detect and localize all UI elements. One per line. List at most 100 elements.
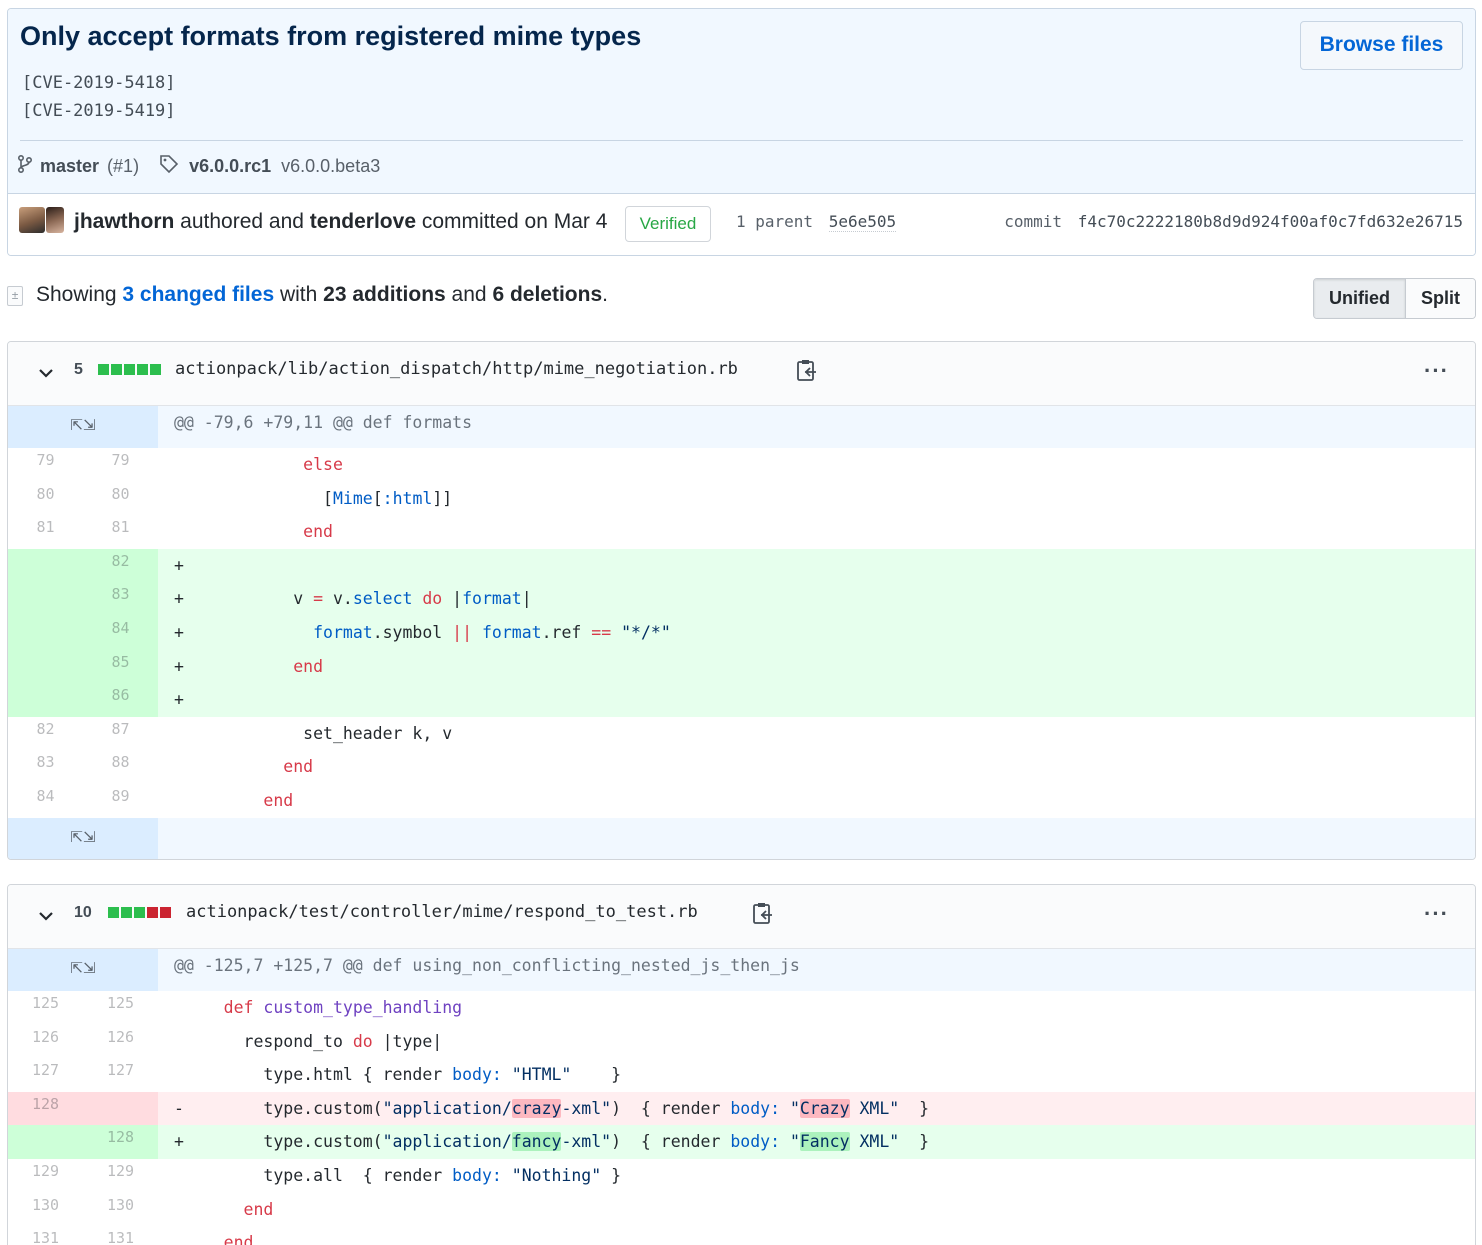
new-line-number[interactable]: 81 xyxy=(83,515,158,549)
unified-button[interactable]: Unified xyxy=(1314,279,1406,318)
file-diff: 10 actionpack/test/controller/mime/respo… xyxy=(7,884,1476,1245)
old-line-number[interactable]: 126 xyxy=(8,1025,83,1059)
hunk-text: @@ -79,6 +79,11 @@ def formats xyxy=(158,406,1475,448)
old-line-number[interactable] xyxy=(8,649,83,684)
committer-link[interactable]: tenderlove xyxy=(310,210,416,233)
clipboard-icon[interactable] xyxy=(752,901,774,931)
more-options-icon[interactable]: ··· xyxy=(1424,358,1449,384)
old-line-number[interactable] xyxy=(8,615,83,650)
hunk-footer-fill xyxy=(158,817,1475,859)
branch-tag-row: master (#1) v6.0.0.rc1 v6.0.0.beta3 xyxy=(17,152,380,180)
new-line-number[interactable]: 126 xyxy=(83,1025,158,1059)
avatar-author[interactable] xyxy=(19,207,45,233)
code-line: + end xyxy=(158,649,1475,684)
new-line-number[interactable]: 125 xyxy=(83,991,158,1025)
more-options-icon[interactable]: ··· xyxy=(1424,901,1449,927)
new-line-number[interactable]: 83 xyxy=(83,582,158,616)
file-header: 5 actionpack/lib/action_dispatch/http/mi… xyxy=(8,342,1475,406)
old-line-number[interactable] xyxy=(8,683,83,717)
new-line-number[interactable]: 87 xyxy=(83,717,158,751)
branch-name[interactable]: master xyxy=(40,156,99,177)
diff-line: 126 126 respond_to do |type| xyxy=(8,1025,1475,1059)
new-line-number[interactable]: 127 xyxy=(83,1058,158,1092)
code-line: + type.custom("application/fancy-xml") {… xyxy=(158,1125,1475,1159)
verified-badge[interactable]: Verified xyxy=(625,206,711,242)
diff-line: 80 80 [Mime[:html]] xyxy=(8,482,1475,516)
chevron-down-icon[interactable] xyxy=(38,905,54,928)
author-link[interactable]: jhawthorn xyxy=(74,210,174,233)
diffstat-add-block xyxy=(150,364,161,375)
changed-files-link[interactable]: 3 changed files xyxy=(122,283,274,306)
git-branch-icon xyxy=(17,154,33,179)
old-line-number[interactable]: 82 xyxy=(8,717,83,751)
diff-summary: Showing 3 changed files with 23 addition… xyxy=(36,283,608,307)
new-line-number[interactable] xyxy=(83,1091,158,1126)
old-line-number[interactable]: 80 xyxy=(8,482,83,516)
diffstat-add-block xyxy=(137,364,148,375)
diffstat-add-block xyxy=(121,907,132,918)
old-line-number[interactable]: 81 xyxy=(8,515,83,549)
new-line-number[interactable]: 129 xyxy=(83,1159,158,1193)
code-line: end xyxy=(283,757,314,777)
parent-sha-link[interactable]: 5e6e505 xyxy=(828,212,897,232)
new-line-number[interactable]: 128 xyxy=(83,1125,158,1159)
tag-primary[interactable]: v6.0.0.rc1 xyxy=(189,156,271,177)
old-line-number[interactable] xyxy=(8,1125,83,1159)
code-line: end xyxy=(243,1199,274,1219)
diffstat-del-block xyxy=(160,907,171,918)
commit-summary: Only accept formats from registered mime… xyxy=(8,9,1475,193)
new-line-number[interactable]: 130 xyxy=(83,1193,158,1227)
expand-up-icon[interactable]: ⇱⇲ xyxy=(8,406,158,448)
diffstat-add-block xyxy=(108,907,119,918)
expand-up-icon[interactable]: ⇱⇲ xyxy=(8,949,158,991)
new-line-number[interactable]: 84 xyxy=(83,615,158,650)
commit-label: commit xyxy=(1004,212,1063,231)
old-line-number[interactable]: 127 xyxy=(8,1058,83,1092)
code-line: end xyxy=(223,1233,254,1245)
old-line-number[interactable] xyxy=(8,582,83,616)
split-button[interactable]: Split xyxy=(1406,279,1475,318)
expand-down-icon[interactable]: ⇱⇲ xyxy=(8,817,158,859)
clipboard-icon[interactable] xyxy=(796,358,818,388)
diff-line: 82 87 set_header k, v xyxy=(8,717,1475,751)
code-line: [Mime[:html]] xyxy=(174,488,453,508)
diffstat-blocks xyxy=(98,364,161,375)
new-line-number[interactable]: 89 xyxy=(83,784,158,818)
diff-line-deleted: 128 - type.custom("application/crazy-xml"… xyxy=(8,1091,1475,1126)
hunk-header: ⇱⇲ @@ -79,6 +79,11 @@ def formats xyxy=(8,406,1475,448)
divider xyxy=(20,140,1463,141)
chevron-down-icon[interactable] xyxy=(38,362,54,385)
old-line-number[interactable]: 130 xyxy=(8,1193,83,1227)
hunk-text: @@ -125,7 +125,7 @@ def using_non_confli… xyxy=(158,949,1475,991)
file-header: 10 actionpack/test/controller/mime/respo… xyxy=(8,885,1475,949)
new-line-number[interactable]: 131 xyxy=(83,1226,158,1245)
browse-files-button[interactable]: Browse files xyxy=(1300,21,1463,70)
file-change-count: 5 xyxy=(74,361,83,378)
old-line-number[interactable]: 83 xyxy=(8,750,83,784)
new-line-number[interactable]: 79 xyxy=(83,448,158,482)
old-line-number[interactable]: 84 xyxy=(8,784,83,818)
commit-meta: jhawthorn authored and tenderlove commit… xyxy=(8,193,1475,255)
old-line-number[interactable]: 125 xyxy=(8,991,83,1025)
diff-line-added: 128 + type.custom("application/fancy-xml"… xyxy=(8,1125,1475,1159)
commit-description: [CVE-2019-5418] [CVE-2019-5419] xyxy=(22,73,176,121)
new-line-number[interactable]: 82 xyxy=(83,548,158,583)
new-line-number[interactable]: 80 xyxy=(83,482,158,516)
summary-period: . xyxy=(602,283,608,306)
file-diff: 5 actionpack/lib/action_dispatch/http/mi… xyxy=(7,341,1476,860)
new-line-number[interactable]: 86 xyxy=(83,683,158,717)
new-line-number[interactable]: 85 xyxy=(83,649,158,684)
branch-pr[interactable]: (#1) xyxy=(107,156,139,177)
old-line-number[interactable]: 128 xyxy=(8,1091,83,1126)
tag-secondary[interactable]: v6.0.0.beta3 xyxy=(281,156,380,177)
additions-count: 23 additions xyxy=(323,283,446,306)
old-line-number[interactable]: 79 xyxy=(8,448,83,482)
file-path[interactable]: actionpack/test/controller/mime/respond_… xyxy=(186,902,698,922)
old-line-number[interactable]: 131 xyxy=(8,1226,83,1245)
new-line-number[interactable]: 88 xyxy=(83,750,158,784)
old-line-number[interactable]: 129 xyxy=(8,1159,83,1193)
avatar-committer[interactable] xyxy=(46,207,64,233)
file-path[interactable]: actionpack/lib/action_dispatch/http/mime… xyxy=(175,359,738,379)
tag-icon xyxy=(159,154,179,179)
old-line-number[interactable] xyxy=(8,548,83,583)
